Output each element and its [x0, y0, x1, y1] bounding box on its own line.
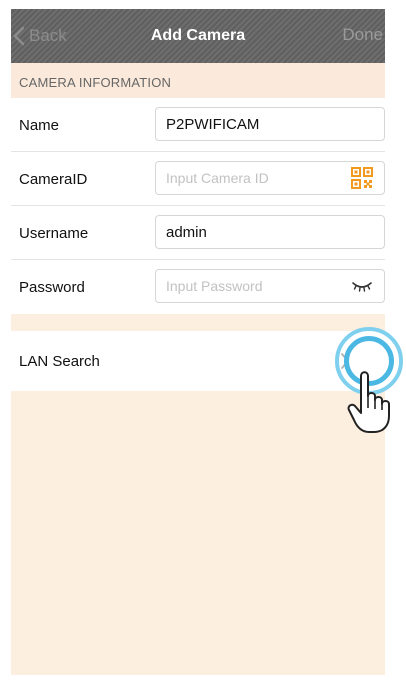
username-input[interactable] [156, 216, 384, 248]
username-row: Username [11, 206, 385, 260]
eye-closed-icon[interactable] [350, 274, 374, 298]
lan-search-row[interactable]: LAN Search [11, 331, 385, 391]
password-row: Password [11, 260, 385, 314]
password-label: Password [19, 279, 85, 296]
navigation-bar: Back Add Camera Done [11, 9, 385, 63]
qr-code-icon[interactable] [350, 166, 374, 190]
chevron-right-icon [339, 351, 351, 376]
done-button[interactable]: Done [342, 25, 383, 45]
camera-id-field-box [155, 161, 385, 195]
name-field-box [155, 107, 385, 141]
camera-id-label: CameraID [19, 171, 88, 188]
name-row: Name [11, 98, 385, 152]
username-field-box [155, 215, 385, 249]
camera-info-form: Name CameraID [11, 98, 385, 314]
username-label: Username [19, 225, 89, 242]
password-field-box [155, 269, 385, 303]
empty-content-area [11, 391, 385, 675]
section-header: CAMERA INFORMATION [11, 63, 385, 98]
section-header-label: CAMERA INFORMATION [19, 75, 172, 90]
lan-search-label: LAN Search [19, 353, 100, 370]
section-spacer [11, 315, 385, 331]
add-camera-screen: Back Add Camera Done CAMERA INFORMATION … [11, 9, 385, 675]
name-input[interactable] [156, 108, 384, 140]
camera-id-row: CameraID [11, 152, 385, 206]
name-label: Name [19, 117, 60, 134]
page-title: Add Camera [150, 27, 246, 44]
